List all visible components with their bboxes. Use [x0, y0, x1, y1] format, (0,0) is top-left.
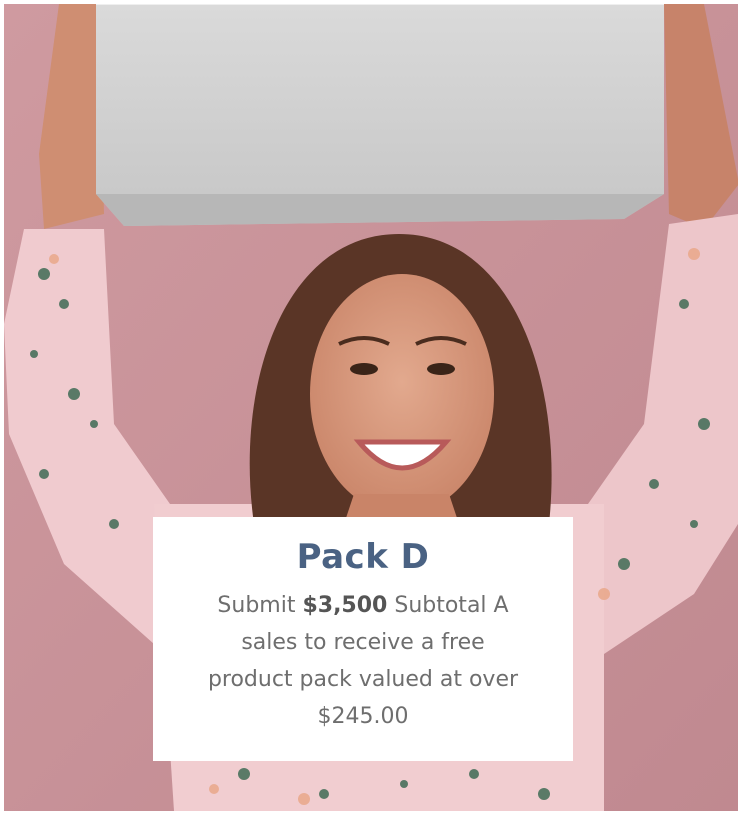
promo-value: $245.00: [317, 704, 409, 729]
promo-description: Submit $3,500 Subtotal A sales to receiv…: [173, 587, 553, 735]
promo-text-submit: Submit: [217, 593, 303, 618]
hero-photo: Pack D Submit $3,500 Subtotal A sales to…: [4, 4, 738, 811]
promo-text-line2: sales to receive a free: [241, 630, 485, 655]
promo-card: Pack D Submit $3,500 Subtotal A sales to…: [153, 517, 573, 761]
promo-text-line3: product pack valued at over: [207, 667, 519, 692]
promo-title: Pack D: [296, 537, 430, 577]
promo-amount: $3,500: [302, 593, 388, 618]
promo-text-subtotal: Subtotal A: [387, 593, 509, 618]
